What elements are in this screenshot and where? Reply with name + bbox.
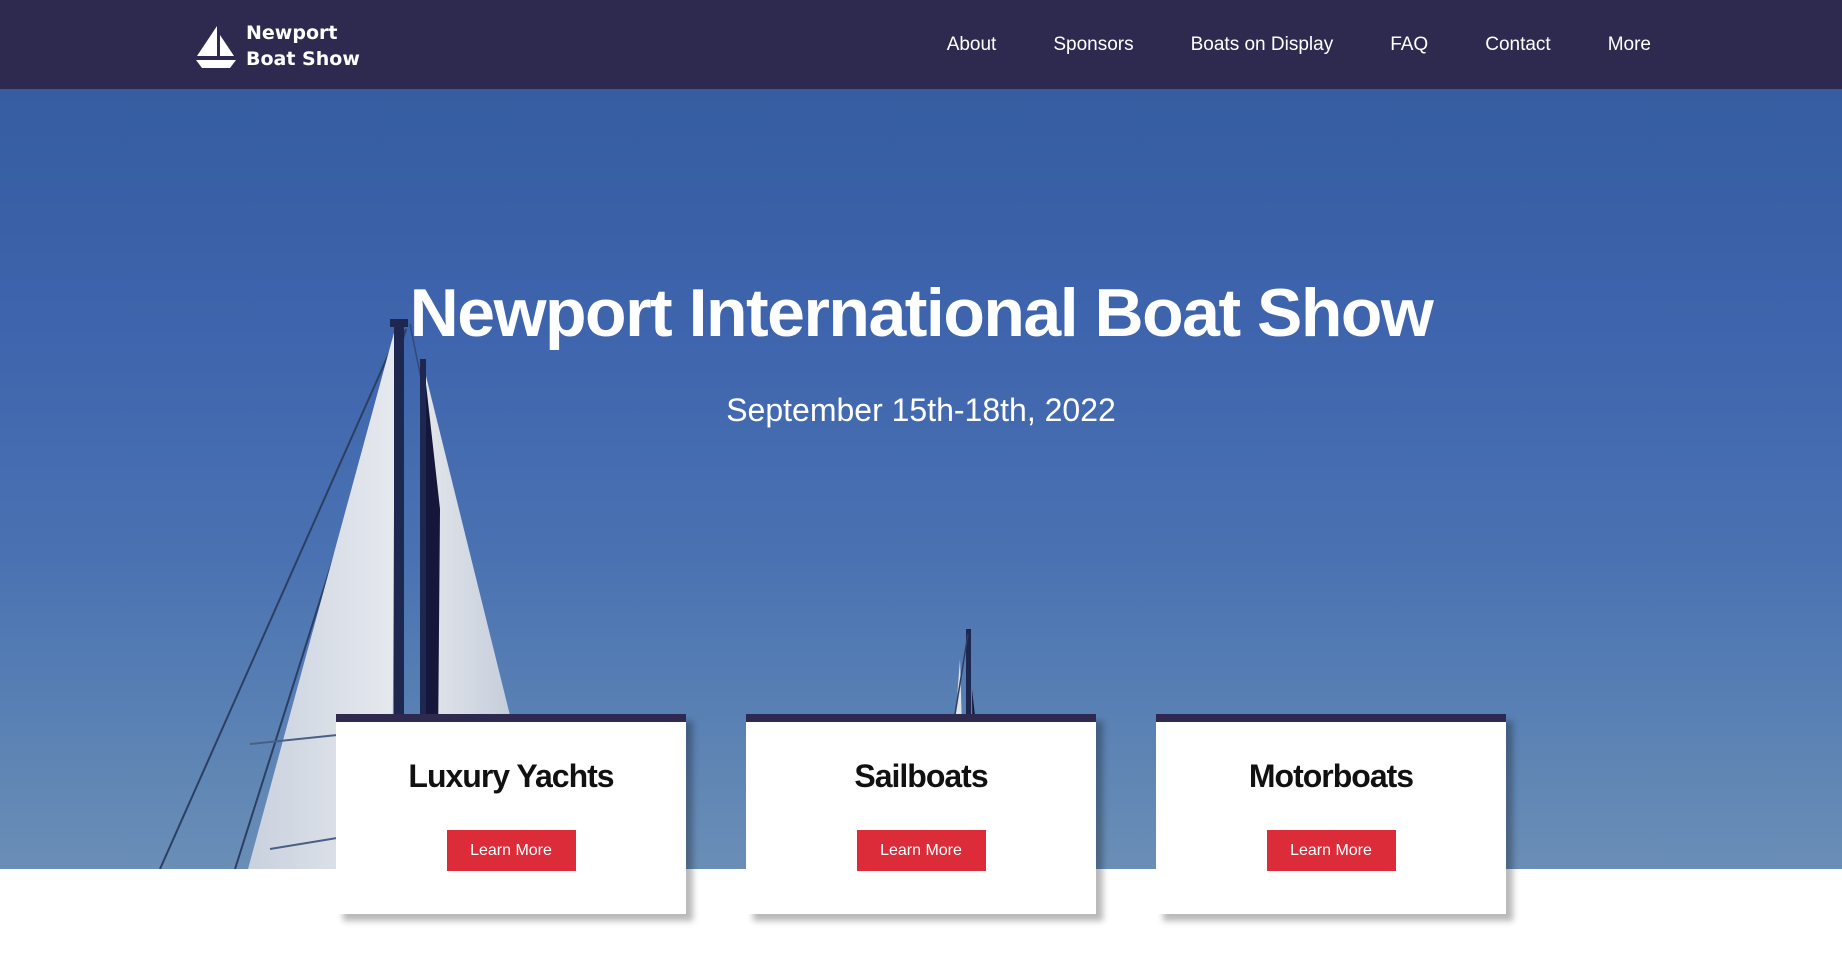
site-logo[interactable]: Newport Boat Show	[194, 20, 360, 72]
hero-title: Newport International Boat Show	[409, 275, 1434, 351]
nav-sponsors[interactable]: Sponsors	[1053, 34, 1133, 56]
logo-line-1: Newport	[246, 22, 338, 44]
logo-line-2: Boat Show	[246, 48, 360, 70]
card-luxury-yachts: Luxury Yachts Learn More	[336, 714, 686, 914]
card-title: Sailboats	[854, 758, 988, 794]
sailboat-icon	[196, 26, 236, 68]
nav-contact[interactable]: Contact	[1485, 34, 1550, 56]
nav-faq[interactable]: FAQ	[1390, 34, 1428, 56]
card-title: Luxury Yachts	[408, 758, 614, 794]
card-motorboats: Motorboats Learn More	[1156, 714, 1506, 914]
boat-categories: Luxury Yachts Learn More Sailboats Learn…	[0, 714, 1842, 914]
card-title: Motorboats	[1248, 758, 1414, 794]
main-nav: About Sponsors Boats on Display FAQ Cont…	[947, 0, 1651, 89]
card-sailboats: Sailboats Learn More	[746, 714, 1096, 914]
event-dates: September 15th-18th, 2022	[726, 392, 1116, 428]
nav-boats-on-display[interactable]: Boats on Display	[1191, 34, 1334, 56]
learn-more-button[interactable]: Learn More	[446, 830, 576, 871]
logo-text: Newport Boat Show	[246, 20, 360, 72]
learn-more-button[interactable]: Learn More	[1266, 830, 1396, 871]
nav-more[interactable]: More	[1608, 34, 1651, 56]
site-header: Newport Boat Show About Sponsors Boats o…	[0, 0, 1842, 89]
learn-more-button[interactable]: Learn More	[856, 830, 986, 871]
nav-about[interactable]: About	[947, 34, 997, 56]
